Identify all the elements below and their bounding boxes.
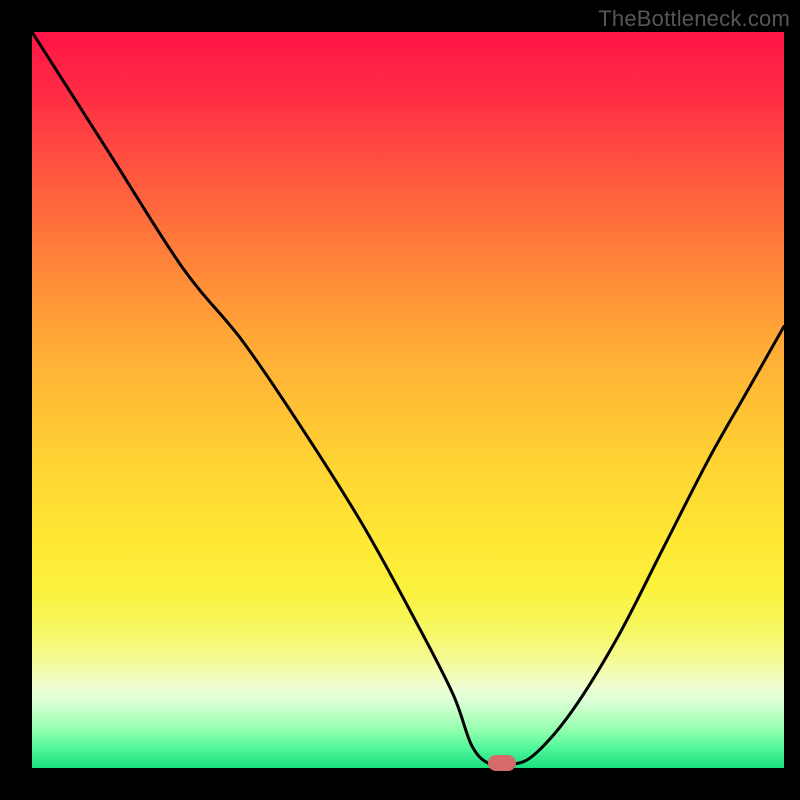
chart-frame: TheBottleneck.com <box>0 0 800 800</box>
bottleneck-curve <box>32 32 784 768</box>
plot-area <box>32 32 784 768</box>
optimal-point-marker <box>488 755 516 771</box>
watermark-text: TheBottleneck.com <box>598 6 790 32</box>
